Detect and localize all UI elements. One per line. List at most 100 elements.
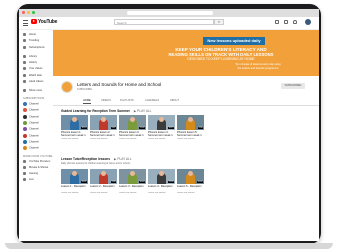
liked-videos-icon (23, 79, 26, 83)
subscription-item[interactable]: Channel (23, 146, 53, 152)
subscription-label: Channel (29, 121, 39, 125)
video-title[interactable]: Phonics lesson 3: Summer term week 1 (119, 131, 146, 138)
tab-playlists[interactable]: PLAYLISTS (120, 99, 134, 102)
play-all-button[interactable]: ▶ PLAY ALL (134, 109, 152, 113)
video-thumbnail[interactable]: 10:11 (61, 169, 88, 184)
maximize-window-dot[interactable] (32, 11, 35, 14)
sidebar-item-label: Library (29, 54, 37, 58)
video-title[interactable]: Phonics lesson 5: Summer term week 1 (177, 131, 204, 138)
sidebar-item[interactable]: History (23, 60, 53, 67)
video-duration: 9:36 (111, 180, 116, 183)
video-card[interactable]: 10:15 Phonics lesson 4: Summer term week … (148, 115, 175, 140)
video-card[interactable]: 9:36 Lesson 2 - Reception Letters and Soun… (90, 169, 117, 194)
sidebar-item[interactable]: Live (23, 178, 53, 184)
search-icon[interactable]: ⌕ (214, 19, 224, 25)
video-card[interactable]: 10:11 Lesson 1 - Reception Letters and Sou… (61, 169, 88, 194)
subscription-label: Channel (29, 115, 39, 119)
video-meta: Letters and Sounds (61, 191, 79, 194)
video-meta: Letters and Sounds (61, 137, 79, 140)
menu-icon[interactable] (23, 20, 28, 26)
play-all-button[interactable]: ▶ PLAY ALL (114, 157, 132, 161)
sidebar-item[interactable]: Trending (23, 39, 53, 45)
video-card[interactable]: 9:47 Phonics lesson 2: Summer term week 1… (90, 115, 117, 140)
your-videos-icon (23, 67, 26, 71)
sidebar-item-label: Watch later (29, 73, 43, 77)
video-thumbnail[interactable]: 10:23 (61, 115, 88, 130)
video-duration: 10:44 (138, 180, 145, 183)
video-card[interactable]: 10:44 Lesson 3 - Reception Letters and Sou… (119, 169, 146, 194)
youtube-service-icon (23, 172, 26, 176)
sidebar-item-label: Subscriptions (29, 45, 45, 49)
subscription-item[interactable]: Channel (23, 102, 53, 108)
video-title[interactable]: Phonics lesson 2: Summer term week 1 (90, 131, 117, 138)
channel-banner: New lessons uploaded daily KEEP YOUR CHI… (53, 30, 319, 76)
channel-avatar[interactable] (61, 81, 73, 93)
presenter-head (72, 171, 77, 176)
create-video-icon[interactable] (275, 20, 279, 24)
subscription-item[interactable]: Channel (23, 133, 53, 140)
video-thumbnail[interactable]: 11:20 (148, 169, 175, 184)
search-input[interactable]: Search (114, 19, 214, 25)
tab-channels[interactable]: CHANNELS (145, 99, 159, 102)
sidebar-item[interactable]: Subscriptions (23, 45, 53, 52)
subscription-item[interactable]: Channel (23, 114, 53, 121)
video-card[interactable]: 10:23 Phonics lesson 1: Summer term week … (61, 115, 88, 140)
video-thumbnail[interactable]: 10:05 (177, 169, 204, 184)
subscription-item[interactable]: Channel (23, 127, 53, 133)
home-icon (23, 33, 26, 36)
video-card[interactable]: 10:05 Lesson 5 - Reception Letters and Sou… (177, 169, 204, 194)
tab-home[interactable]: HOME (83, 99, 91, 104)
subscribe-button[interactable]: SUBSCRIBED (281, 83, 305, 89)
notifications-icon[interactable] (293, 20, 297, 24)
sidebar-item[interactable]: Gaming (23, 172, 53, 178)
channel-avatar (23, 121, 27, 125)
sidebar-item[interactable]: Watch later (23, 73, 53, 80)
tab-about[interactable]: ABOUT (170, 99, 179, 102)
sidebar-item-label: Gaming (29, 172, 39, 176)
sidebar-item-label: Liked videos (29, 79, 44, 83)
subscription-item[interactable]: Channel (23, 121, 53, 127)
video-thumbnail[interactable]: 9:36 (90, 169, 117, 184)
video-thumbnail[interactable]: 10:15 (148, 115, 175, 130)
presenter-head (101, 171, 106, 176)
section-title[interactable]: Lesson Tutor/Reception lessons ▶ PLAY ALL (61, 157, 132, 161)
close-window-dot[interactable] (22, 11, 25, 14)
video-thumbnail[interactable]: 11:02 (119, 115, 146, 130)
browser-toolbar (19, 9, 319, 17)
section-title-text[interactable]: Guided Learning for Reception Term Summe… (61, 109, 130, 113)
channel-avatar (23, 102, 27, 107)
sidebar-item[interactable]: Liked videos (23, 79, 53, 86)
section-title[interactable]: Guided Learning for Reception Term Summe… (61, 109, 151, 113)
sidebar-item[interactable]: Show more (23, 88, 53, 95)
address-bar[interactable] (127, 11, 213, 15)
youtube-logo-text[interactable]: YouTube (38, 19, 57, 25)
video-card[interactable]: 9:58 Phonics lesson 5: Summer term week 1… (177, 115, 204, 140)
apps-icon[interactable] (284, 20, 288, 24)
video-meta: Letters and Sounds (90, 137, 108, 140)
channel-page: New lessons uploaded daily KEEP YOUR CHI… (53, 30, 319, 241)
section-title-text[interactable]: Lesson Tutor/Reception lessons (61, 157, 110, 161)
video-thumbnail[interactable]: 9:47 (90, 115, 117, 130)
channel-subscriber-count: SUBSCRIBE (77, 88, 92, 91)
subscriptions-heading: SUBSCRIPTIONS (23, 97, 45, 101)
sidebar-item[interactable]: Movies & Shows (23, 165, 53, 172)
account-avatar[interactable] (305, 19, 311, 25)
sidebar-item[interactable]: Your videos (23, 67, 53, 73)
video-thumbnail[interactable]: 10:44 (119, 169, 146, 184)
minimize-window-dot[interactable] (27, 11, 30, 14)
youtube-logo-icon[interactable] (31, 19, 37, 24)
video-title[interactable]: Phonics lesson 1: Summer term week 1 (61, 131, 88, 138)
video-duration: 9:58 (198, 126, 203, 129)
sidebar-item[interactable]: YouTube Premium (23, 159, 53, 166)
video-card[interactable]: 11:02 Phonics lesson 3: Summer term week … (119, 115, 146, 140)
library-icon (23, 54, 26, 58)
sidebar-item[interactable]: Library (23, 54, 53, 61)
video-title[interactable]: Phonics lesson 4: Summer term week 1 (148, 131, 175, 138)
subscription-item[interactable]: Channel (23, 108, 53, 114)
video-thumbnail[interactable]: 9:58 (177, 115, 204, 130)
video-card[interactable]: 11:20 Lesson 4 - Reception Letters and Sou… (148, 169, 175, 194)
subscription-item[interactable]: Channel (23, 139, 53, 146)
channel-avatar (23, 139, 27, 144)
tab-videos[interactable]: VIDEOS (101, 99, 111, 102)
video-duration: 10:05 (196, 180, 203, 183)
